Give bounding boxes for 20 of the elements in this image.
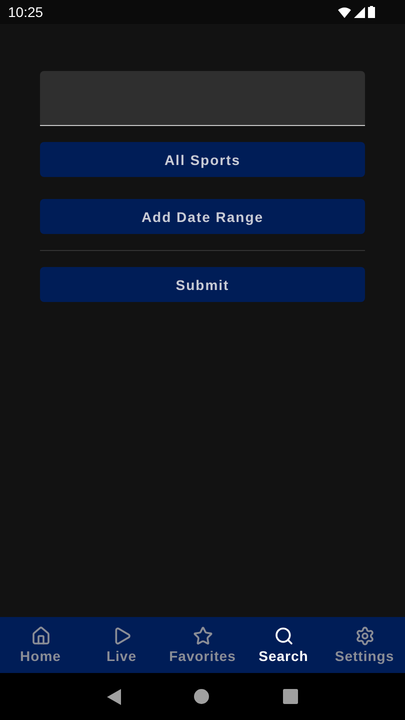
nav-tab[interactable]: Search — [243, 617, 324, 673]
signal-icon — [354, 6, 365, 18]
nav-tab[interactable]: Live — [81, 617, 162, 673]
nav-tab[interactable]: Settings — [324, 617, 405, 673]
search-field[interactable] — [40, 71, 365, 126]
search-icon — [274, 626, 294, 646]
recents-icon[interactable] — [283, 689, 298, 704]
nav-tab[interactable]: Favorites — [162, 617, 243, 673]
wifi-icon — [338, 6, 351, 18]
home-icon — [30, 626, 50, 646]
status-time: 10:25 — [8, 4, 44, 20]
back-icon[interactable] — [106, 688, 121, 704]
home-circle-icon[interactable] — [194, 689, 210, 704]
filter-button[interactable]: All Sports — [40, 142, 365, 177]
filter-button[interactable]: Add Date Range — [40, 199, 365, 234]
battery-icon — [368, 6, 375, 18]
star-icon — [192, 626, 212, 646]
submit-button[interactable]: Submit — [40, 267, 365, 302]
settings-icon — [354, 626, 374, 646]
nav-tab[interactable]: Home — [0, 617, 81, 673]
